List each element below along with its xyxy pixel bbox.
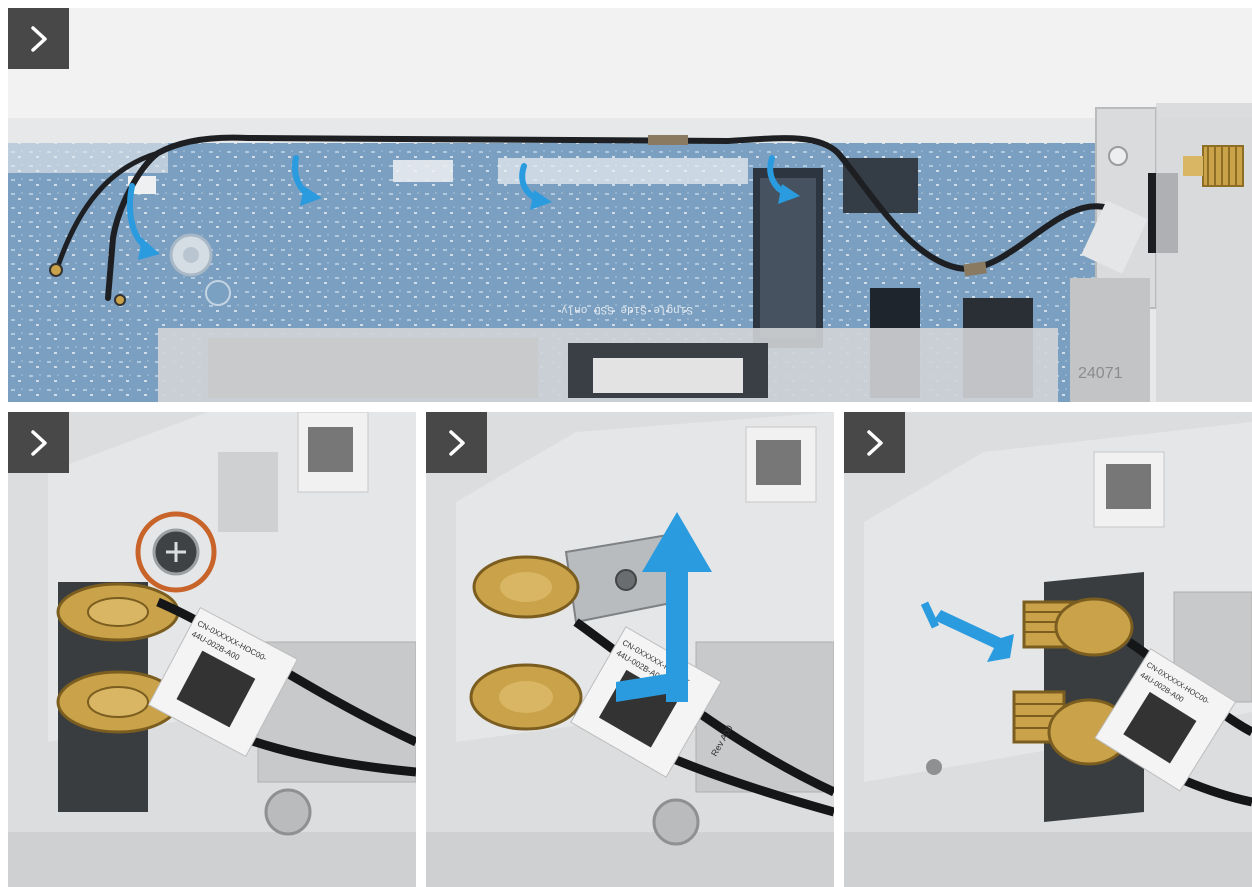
step-3-illustration: CN-0XXXXX-HOC00- 44U-002B-A00 Rev A00	[426, 412, 834, 887]
step-2-illustration: CN-0XXXXX-HOC00- 44U-002B-A00	[8, 412, 416, 887]
step-2-next-button[interactable]	[8, 412, 69, 473]
cable-routing-scene: 24071 Single Side SSD only	[8, 103, 1252, 402]
board-label-number: 24071	[1078, 365, 1123, 382]
chevron-right-icon	[448, 429, 465, 456]
step-3-next-button[interactable]	[426, 412, 487, 473]
chevron-right-icon	[30, 429, 47, 456]
module-removal-scene: CN-0XXXXX-HOC00- 44U-002B-A00	[844, 412, 1252, 887]
screw-removal-scene: CN-0XXXXX-HOC00- 44U-002B-A00	[8, 412, 416, 887]
step-1-illustration: 24071 Single Side SSD only	[8, 8, 1252, 402]
step-4-next-button[interactable]	[844, 412, 905, 473]
board-silk-text: Single Side SSD only	[561, 303, 693, 315]
bracket-lift-scene: CN-0XXXXX-HOC00- 44U-002B-A00 Rev A00	[426, 412, 834, 887]
chevron-right-icon	[30, 25, 47, 52]
step-4-illustration: CN-0XXXXX-HOC00- 44U-002B-A00	[844, 412, 1252, 887]
chevron-right-icon	[866, 429, 883, 456]
step-1-next-button[interactable]	[8, 8, 69, 69]
